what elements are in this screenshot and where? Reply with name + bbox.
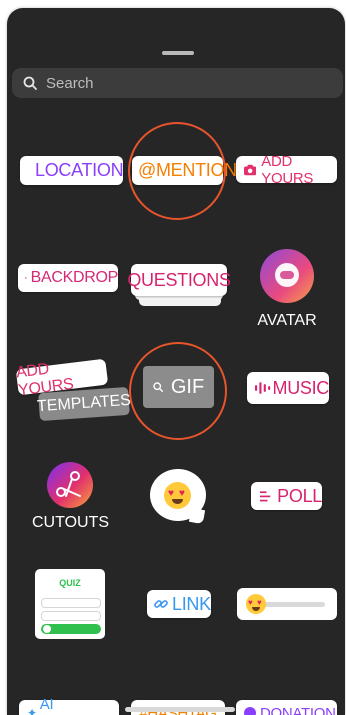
questions-label: QUESTIONS — [127, 269, 231, 290]
check-icon — [43, 625, 51, 633]
avatar-sticker[interactable]: AVATAR — [257, 249, 317, 334]
cutouts-sticker[interactable]: CUTOUTS — [32, 462, 109, 542]
search-icon — [23, 76, 37, 90]
mention-label: @MENTION — [138, 160, 237, 180]
location-label: LOCATION — [35, 160, 124, 180]
search-input[interactable] — [44, 73, 328, 93]
search-bar[interactable] — [12, 68, 343, 98]
poll-lines-icon — [260, 490, 271, 501]
emoji-slider-sticker[interactable]: ♥ ♥ — [237, 588, 337, 620]
add-yours-templates-sticker[interactable]: ADD YOURS TEMPLATES — [15, 358, 131, 422]
add-yours-sticker[interactable]: ADD YOURS — [236, 153, 337, 187]
link-label: LINK — [172, 593, 211, 614]
gif-sticker[interactable]: GIF — [143, 366, 214, 408]
questions-sticker[interactable]: QUESTIONS — [127, 264, 231, 310]
sticker-tray: LOCATION @MENTION ADD YOURS BACKDROP QUE… — [7, 8, 345, 715]
music-label: MUSIC — [272, 377, 330, 398]
backdrop-sticker[interactable]: BACKDROP — [18, 264, 118, 292]
backdrop-label: BACKDROP — [30, 269, 119, 286]
music-bars-icon — [255, 382, 271, 394]
ai-stickers-sticker[interactable]: ✦ AI STICKERS — [19, 696, 119, 715]
avatar-label: AVATAR — [257, 312, 317, 329]
poll-sticker[interactable]: POLL — [251, 482, 322, 510]
donation-sticker[interactable]: DONATION — [236, 700, 337, 715]
mention-sticker[interactable]: @MENTION — [132, 156, 237, 185]
quiz-correct-answer — [41, 624, 101, 634]
music-sticker[interactable]: MUSIC — [247, 372, 329, 404]
add-yours-templates-bottom: TEMPLATES — [37, 386, 131, 422]
location-sticker[interactable]: LOCATION — [20, 156, 124, 185]
gif-label: GIF — [170, 375, 205, 398]
donation-label: DONATION — [260, 704, 336, 715]
questions-chip: QUESTIONS — [127, 264, 231, 296]
quiz-sticker[interactable]: QUIZ — [35, 569, 105, 639]
home-indicator[interactable] — [125, 707, 235, 712]
quiz-label: QUIZ — [59, 578, 81, 588]
ai-stickers-label: AI STICKERS — [39, 696, 113, 715]
backdrop-icon — [25, 277, 27, 279]
emoji-slider-bubble-sticker[interactable]: ♥ ♥ — [150, 469, 206, 525]
link-icon — [154, 600, 168, 608]
heart-eyes-emoji-icon: ♥ ♥ — [164, 482, 191, 509]
scissors-icon — [47, 462, 93, 508]
donation-icon — [244, 707, 256, 715]
cutouts-label: CUTOUTS — [32, 514, 110, 531]
drag-handle[interactable] — [162, 51, 194, 55]
camera-icon — [244, 164, 257, 175]
poll-label: POLL — [277, 485, 322, 506]
search-icon — [153, 382, 163, 392]
link-sticker[interactable]: LINK — [147, 590, 211, 618]
avatar-icon — [260, 249, 314, 303]
add-yours-label: ADD YOURS — [261, 152, 314, 187]
sparkle-icon: ✦ — [27, 706, 37, 715]
heart-eyes-emoji-icon: ♥ ♥ — [246, 594, 266, 614]
